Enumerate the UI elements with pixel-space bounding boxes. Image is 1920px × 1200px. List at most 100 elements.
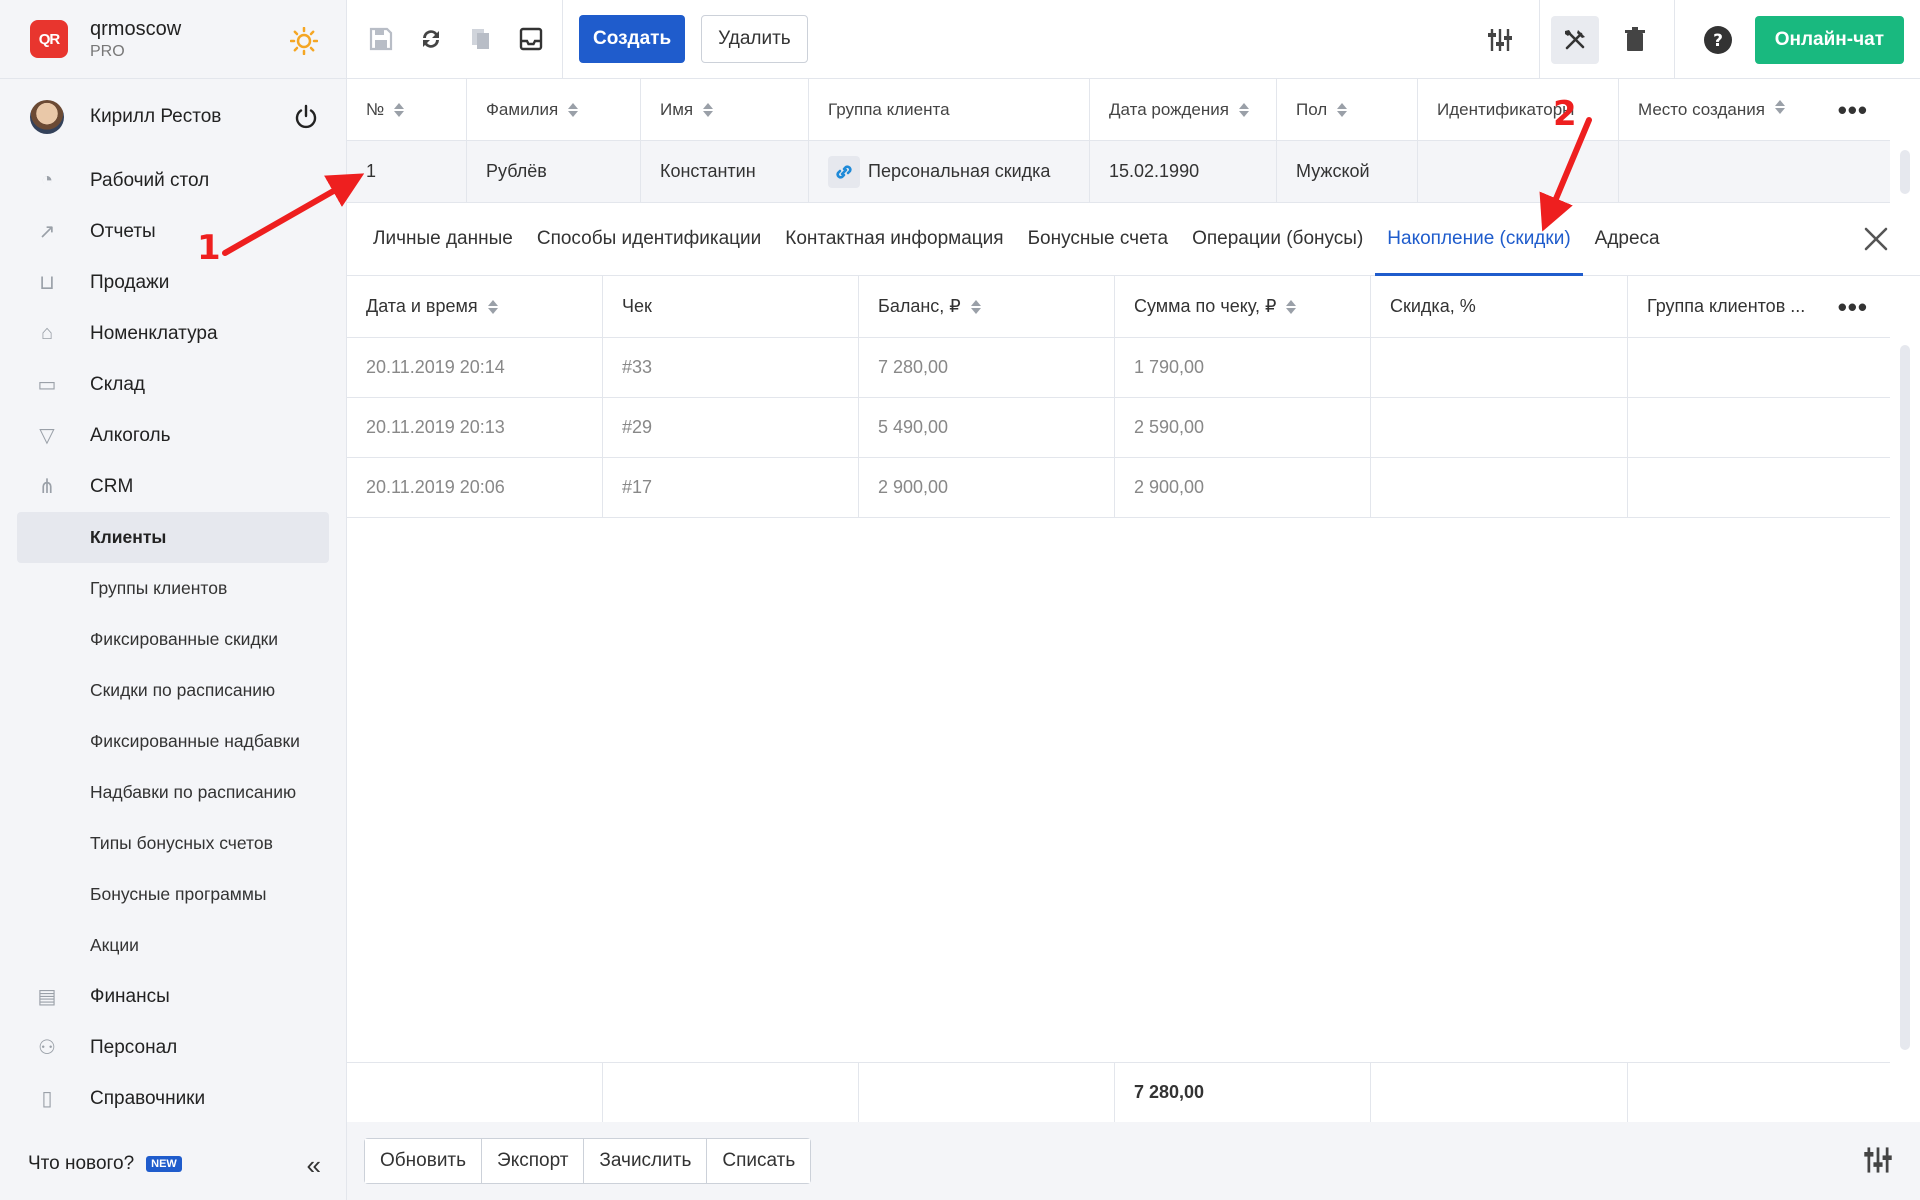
nav-item-warehouse[interactable]: ▭ Склад — [0, 359, 346, 410]
wallet-icon: ▤ — [37, 986, 57, 1008]
tab-identification-methods[interactable]: Способы идентификации — [525, 203, 773, 276]
column-header-datetime[interactable]: Дата и время — [347, 276, 603, 337]
nav-item-reports[interactable]: ↗ Отчеты — [0, 206, 346, 257]
nav-item-dashboard[interactable]: ◔ Рабочий стол — [0, 155, 346, 206]
refresh-button[interactable]: Обновить — [365, 1139, 483, 1183]
table-row[interactable]: 20.11.2019 20:06 #17 2 900,00 2 900,00 — [347, 458, 1890, 518]
theme-sun-icon[interactable] — [290, 27, 318, 55]
cell-identifiers — [1418, 141, 1619, 202]
sort-icon — [1774, 99, 1785, 115]
tab-accumulation-discounts[interactable]: Накопление (скидки) — [1375, 203, 1582, 276]
cell-discount — [1371, 338, 1628, 397]
create-button[interactable]: Создать — [579, 15, 686, 63]
column-header-number[interactable]: № — [347, 79, 467, 140]
column-settings-icon[interactable] — [1475, 0, 1525, 79]
trash-icon[interactable] — [1610, 0, 1660, 79]
sidebar-item-client-groups[interactable]: Группы клиентов — [0, 563, 346, 614]
header-label: Баланс, ₽ — [878, 296, 961, 316]
nav-item-sales[interactable]: ⊔ Продажи — [0, 257, 346, 308]
tab-bonus-operations[interactable]: Операции (бонусы) — [1180, 203, 1375, 276]
export-button[interactable]: Экспорт — [482, 1139, 585, 1183]
header-label: № — [366, 99, 385, 119]
header-label: Группа клиентов ... — [1647, 296, 1806, 316]
nav-item-staff[interactable]: ⚇ Персонал — [0, 1022, 346, 1073]
column-header-client-group[interactable]: Группа клиента — [809, 79, 1090, 140]
column-header-gender[interactable]: Пол — [1277, 79, 1418, 140]
tab-contact-info[interactable]: Контактная информация — [773, 203, 1015, 276]
nav-item-references[interactable]: ▯ Справочники — [0, 1073, 346, 1124]
nav-item-crm[interactable]: ⋔ CRM — [0, 461, 346, 512]
help-icon[interactable]: ? — [1693, 0, 1743, 79]
cell-client-group — [1628, 338, 1890, 397]
nav-label: CRM — [90, 475, 134, 497]
sidebar-item-bonus-account-types[interactable]: Типы бонусных счетов — [0, 818, 346, 869]
whats-new-link[interactable]: Что нового? NEW « — [0, 1128, 347, 1200]
sidebar-item-fixed-markups[interactable]: Фиксированные надбавки — [0, 716, 346, 767]
column-header-receipt-sum[interactable]: Сумма по чеку, ₽ — [1115, 276, 1371, 337]
tools-button[interactable] — [1540, 0, 1610, 79]
column-header-balance[interactable]: Баланс, ₽ — [859, 276, 1115, 337]
more-columns-icon[interactable]: ••• — [1838, 294, 1868, 320]
cell-receipt-sum: 2 900,00 — [1115, 458, 1371, 517]
tab-addresses[interactable]: Адреса — [1583, 203, 1672, 276]
nav-item-finance[interactable]: ▤ Финансы — [0, 971, 346, 1022]
cell-receipt: #33 — [603, 338, 859, 397]
column-header-surname[interactable]: Фамилия — [467, 79, 641, 140]
header-label: Группа клиента — [828, 99, 950, 119]
column-header-identifiers[interactable]: Идентификаторы — [1418, 79, 1619, 140]
sidebar-item-scheduled-markups[interactable]: Надбавки по расписанию — [0, 767, 346, 818]
header-label: Дата рождения — [1109, 99, 1229, 119]
header-label: Чек — [622, 296, 652, 316]
brand-header[interactable]: QR qrmoscow PRO — [0, 0, 346, 79]
archive-box-icon: ▭ — [37, 374, 57, 396]
column-settings-icon[interactable] — [1862, 1144, 1894, 1176]
footer-cell — [603, 1063, 859, 1122]
link-icon[interactable] — [828, 155, 860, 188]
table-row[interactable]: 20.11.2019 20:14 #33 7 280,00 1 790,00 — [347, 338, 1890, 398]
clients-scrollbar[interactable] — [1900, 150, 1910, 194]
column-header-created-place[interactable]: Место создания ••• — [1619, 79, 1890, 140]
table-row[interactable]: 1 Рублёв Константин Персональная скидка … — [347, 141, 1890, 203]
close-icon[interactable] — [1862, 225, 1890, 253]
sort-icon — [970, 299, 981, 315]
column-header-discount[interactable]: Скидка, % — [1371, 276, 1628, 337]
table-row[interactable]: 20.11.2019 20:13 #29 5 490,00 2 590,00 — [347, 398, 1890, 458]
brand-logo: QR — [30, 20, 68, 58]
accumulation-table-footer: 7 280,00 — [347, 1062, 1890, 1122]
header-label: Сумма по чеку, ₽ — [1134, 296, 1277, 316]
sidebar-item-fixed-discounts[interactable]: Фиксированные скидки — [0, 614, 346, 665]
tab-bonus-accounts[interactable]: Бонусные счета — [1016, 203, 1181, 276]
nav-item-alcohol[interactable]: ▽ Алкоголь — [0, 410, 346, 461]
delete-button[interactable]: Удалить — [701, 15, 808, 63]
account-name: qrmoscow — [90, 17, 182, 40]
column-header-receipt[interactable]: Чек — [603, 276, 859, 337]
sidebar-item-scheduled-discounts[interactable]: Скидки по расписанию — [0, 665, 346, 716]
tab-personal-data[interactable]: Личные данные — [361, 203, 525, 276]
refresh-icon[interactable] — [406, 0, 456, 79]
copy-icon[interactable] — [456, 0, 506, 79]
nav-item-nomenclature[interactable]: ⌂ Номенклатура — [0, 308, 346, 359]
sort-icon — [394, 102, 405, 118]
sidebar-item-promotions[interactable]: Акции — [0, 920, 346, 971]
sidebar-item-bonus-programs[interactable]: Бонусные программы — [0, 869, 346, 920]
accumulation-scrollbar[interactable] — [1900, 345, 1910, 1050]
collapse-sidebar-icon[interactable]: « — [307, 1150, 321, 1181]
column-header-client-group[interactable]: Группа клиентов ... ••• — [1628, 276, 1890, 337]
header-label: Пол — [1296, 99, 1328, 119]
account-plan: PRO — [90, 42, 125, 60]
nav-label: Склад — [90, 373, 145, 395]
inbox-icon[interactable] — [506, 0, 556, 79]
online-chat-button[interactable]: Онлайн-чат — [1754, 15, 1904, 64]
sidebar-item-clients[interactable]: Клиенты — [17, 512, 329, 563]
save-icon[interactable] — [356, 0, 406, 79]
column-header-name[interactable]: Имя — [641, 79, 809, 140]
footer-cell — [859, 1063, 1115, 1122]
user-profile[interactable]: Кирилл Рестов — [0, 79, 346, 155]
clients-table-header: № Фамилия Имя Группа клиента Дата рожден… — [347, 79, 1890, 141]
column-header-birthdate[interactable]: Дата рождения — [1090, 79, 1277, 140]
cell-receipt-sum: 2 590,00 — [1115, 398, 1371, 457]
more-columns-icon[interactable]: ••• — [1838, 97, 1868, 123]
power-icon[interactable] — [292, 103, 320, 131]
write-off-button[interactable]: Списать — [707, 1139, 811, 1183]
accrue-button[interactable]: Зачислить — [584, 1139, 708, 1183]
